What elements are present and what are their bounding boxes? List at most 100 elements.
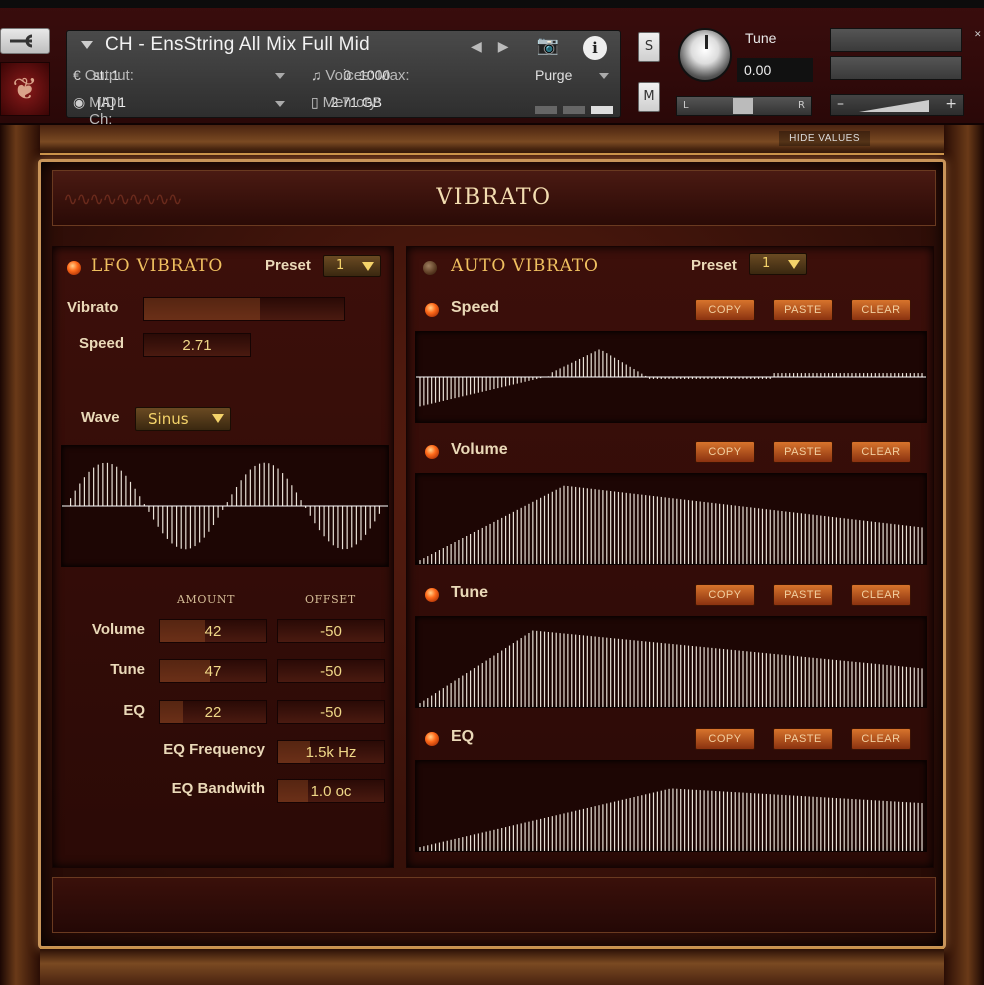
tune-amount[interactable]: 47	[159, 659, 267, 683]
auto-section-label: Volume	[451, 441, 508, 458]
tune-offset-value: -50	[320, 663, 342, 680]
midi-row[interactable]: ◉ MIDI Ch: [A] 1	[73, 94, 126, 128]
volume-minus: –	[837, 96, 844, 112]
instrument-name[interactable]: CH - EnsString All Mix Full Mid	[105, 34, 370, 56]
auto-preset-label: Preset	[691, 257, 737, 274]
auto-section-label: Tune	[451, 584, 489, 601]
clear-button[interactable]: CLEAR	[851, 584, 911, 606]
ornate-frame-left	[0, 125, 40, 985]
auto-section-led[interactable]	[425, 588, 439, 602]
auto-envelope-graph[interactable]	[415, 473, 927, 565]
lfo-preset-dropdown[interactable]: 1	[323, 255, 381, 277]
eq-bandwidth-box[interactable]: 1.0 oc	[277, 779, 385, 803]
pan-right-label: R	[798, 100, 805, 111]
paste-button[interactable]: PASTE	[773, 728, 833, 750]
amount-header: AMOUNT	[177, 593, 236, 606]
auto-section-led[interactable]	[425, 303, 439, 317]
volume-amount-value: 42	[204, 623, 222, 640]
auto-title: AUTO VIBRATO	[451, 256, 599, 276]
paste-button[interactable]: PASTE	[773, 299, 833, 321]
output-label: Output:	[84, 67, 134, 84]
tune-amount-value: 47	[204, 663, 222, 680]
tune-value[interactable]: 0.00	[737, 58, 813, 82]
vibrato-slider-fill	[144, 298, 260, 320]
copy-button[interactable]: COPY	[695, 441, 755, 463]
auto-envelope-graph[interactable]	[415, 331, 927, 423]
close-icon[interactable]: ✕	[974, 30, 982, 40]
pan-slider[interactable]: L R	[676, 96, 812, 116]
pan-handle[interactable]	[733, 98, 753, 114]
volume-plus: +	[945, 96, 957, 112]
page-title: VIBRATO	[436, 185, 552, 210]
tune-row-label: Tune	[110, 661, 145, 678]
paste-button[interactable]: PASTE	[773, 441, 833, 463]
eq-row-label: EQ	[123, 702, 145, 719]
volume-slider[interactable]: – +	[830, 94, 964, 116]
wrench-icon[interactable]	[0, 28, 50, 54]
lfo-title: LFO VIBRATO	[91, 256, 224, 276]
instrument-menu-arrow-icon[interactable]	[81, 41, 93, 49]
auto-preset-dropdown[interactable]: 1	[749, 253, 807, 275]
clear-button[interactable]: CLEAR	[851, 441, 911, 463]
midi-label: MIDI Ch:	[89, 94, 121, 128]
instrument-info-panel: CH - EnsString All Mix Full Mid ◀▶ 📷 i €…	[66, 30, 621, 128]
output-row[interactable]: € Output: st. 1	[73, 67, 134, 84]
eq-frequency-value: 1.5k Hz	[305, 744, 357, 761]
copy-button[interactable]: COPY	[695, 584, 755, 606]
purge-menu[interactable]: Purge	[535, 67, 572, 83]
solo-button[interactable]: S	[638, 32, 660, 62]
chevron-down-icon	[788, 260, 800, 269]
paste-button[interactable]: PASTE	[773, 584, 833, 606]
eq-amount-value: 22	[204, 704, 222, 721]
clear-button[interactable]: CLEAR	[851, 728, 911, 750]
auto-section-led[interactable]	[425, 445, 439, 459]
volume-ramp[interactable]	[859, 100, 929, 112]
tune-knob[interactable]	[678, 28, 732, 82]
wave-value: Sinus	[148, 410, 189, 428]
clear-button[interactable]: CLEAR	[851, 299, 911, 321]
auto-section-label: Speed	[451, 299, 500, 316]
lfo-power-led[interactable]	[67, 261, 81, 275]
auto-envelope-graph[interactable]	[415, 760, 927, 852]
volume-offset[interactable]: -50	[277, 619, 385, 643]
eq-bandwidth-label: EQ Bandwith	[171, 780, 265, 797]
voices-label: Voices:	[325, 67, 374, 84]
eq-bandwidth-value: 1.0 oc	[310, 783, 352, 800]
output-dropdown-icon[interactable]	[275, 73, 285, 79]
vibrato-slider[interactable]	[143, 297, 345, 321]
auto-envelope-graph[interactable]	[415, 616, 927, 708]
ornate-frame-bottom	[40, 947, 944, 985]
tune-offset[interactable]: -50	[277, 659, 385, 683]
auto-section-led[interactable]	[425, 732, 439, 746]
copy-button[interactable]: COPY	[695, 299, 755, 321]
volume-amount[interactable]: 42	[159, 619, 267, 643]
ornate-frame-top: HIDE VALUES	[40, 125, 944, 155]
purge-dropdown-icon[interactable]	[599, 73, 609, 79]
wave-label: Wave	[81, 409, 120, 426]
eq-amount[interactable]: 22	[159, 700, 267, 724]
speed-value-box[interactable]: 2.71	[143, 333, 251, 357]
voices-icon: ♫	[311, 67, 322, 83]
memory-label: Memory:	[322, 94, 381, 111]
midi-dropdown-icon[interactable]	[275, 101, 285, 107]
copy-button[interactable]: COPY	[695, 728, 755, 750]
ornate-frame-right	[944, 125, 984, 985]
instrument-nav-arrows[interactable]: ◀▶	[471, 39, 525, 55]
instrument-logo-icon: ❦	[0, 62, 50, 116]
info-icon[interactable]: i	[583, 36, 607, 60]
mute-button[interactable]: M	[638, 82, 660, 112]
speed-label: Speed	[79, 335, 125, 352]
title-bar: ∿∿∿∿∿∿∿∿∿ VIBRATO	[52, 170, 936, 226]
lfo-wave-display	[61, 445, 389, 567]
auto-power-led[interactable]	[423, 261, 437, 275]
eq-offset[interactable]: -50	[277, 700, 385, 724]
hide-values-button[interactable]: HIDE VALUES	[779, 131, 870, 146]
output-meters	[830, 28, 962, 84]
eq-frequency-box[interactable]: 1.5k Hz	[277, 740, 385, 764]
memory-row: ▯ Memory: 2.71 GB	[311, 94, 382, 111]
camera-icon[interactable]: 📷	[529, 35, 567, 61]
eq-offset-value: -50	[320, 704, 342, 721]
pan-left-label: L	[683, 100, 689, 111]
wave-dropdown[interactable]: Sinus	[135, 407, 231, 431]
memory-icon: ▯	[311, 94, 319, 110]
